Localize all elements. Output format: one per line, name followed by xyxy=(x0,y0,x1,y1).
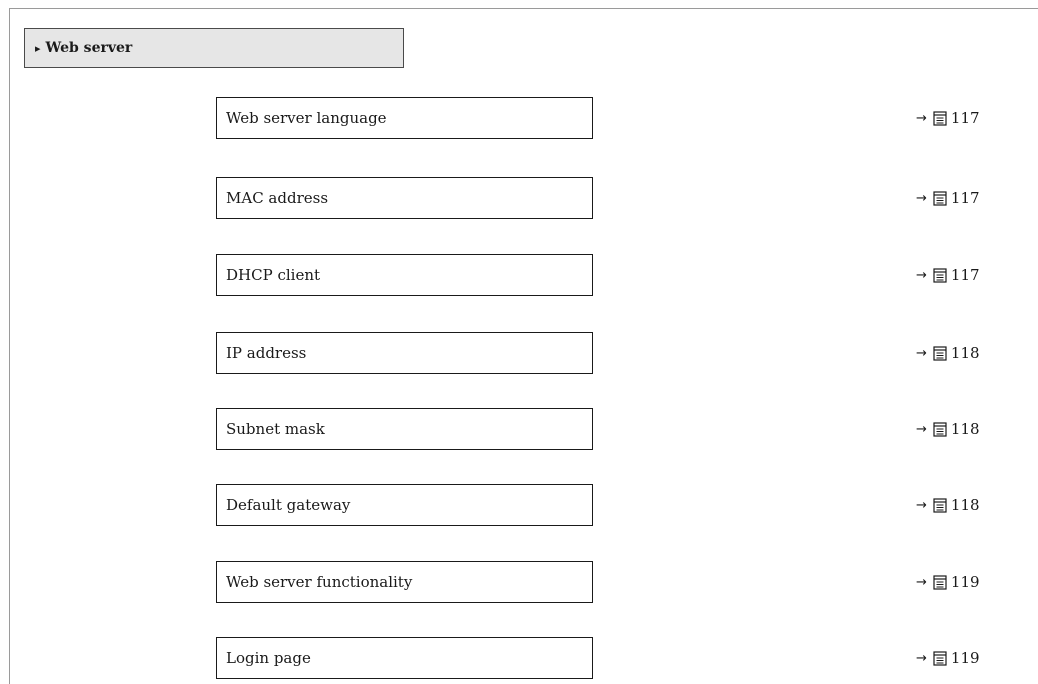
page-reference-link[interactable]: → 119 xyxy=(916,561,980,603)
parameter-row: Default gateway → 118 xyxy=(0,484,1038,526)
parameter-row: Login page → 119 xyxy=(0,637,1038,679)
parameter-row: Subnet mask → 118 xyxy=(0,408,1038,450)
parameter-box[interactable]: Login page xyxy=(216,637,593,679)
page-reference-link[interactable]: → 118 xyxy=(916,408,980,450)
page-reference-link[interactable]: → 118 xyxy=(916,332,980,374)
right-arrow-icon: → xyxy=(916,345,927,361)
parameter-box[interactable]: DHCP client xyxy=(216,254,593,296)
document-page-icon xyxy=(933,497,951,513)
page-reference-link[interactable]: → 117 xyxy=(916,97,980,139)
document-page-icon xyxy=(933,110,951,126)
page-reference-link[interactable]: → 117 xyxy=(916,254,980,296)
page-number: 118 xyxy=(950,344,980,362)
document-page-icon xyxy=(933,345,951,361)
right-arrow-icon: → xyxy=(916,421,927,437)
parameter-box[interactable]: Default gateway xyxy=(216,484,593,526)
page-reference-link[interactable]: → 118 xyxy=(916,484,980,526)
parameter-box[interactable]: IP address xyxy=(216,332,593,374)
parameter-box[interactable]: Web server language xyxy=(216,97,593,139)
parameter-row: MAC address → 117 xyxy=(0,177,1038,219)
parameter-row: Web server language → 117 xyxy=(0,97,1038,139)
page-reference-link[interactable]: → 117 xyxy=(916,177,980,219)
page-number: 118 xyxy=(950,420,980,438)
document-page-icon xyxy=(933,650,951,666)
parameter-box[interactable]: Web server functionality xyxy=(216,561,593,603)
page-number: 117 xyxy=(950,266,980,284)
right-arrow-icon: → xyxy=(916,110,927,126)
right-arrow-icon: → xyxy=(916,574,927,590)
right-arrow-icon: → xyxy=(916,190,927,206)
parameter-row: DHCP client → 117 xyxy=(0,254,1038,296)
page-number: 117 xyxy=(950,109,980,127)
parameter-box[interactable]: Subnet mask xyxy=(216,408,593,450)
parameter-row: Web server functionality → 119 xyxy=(0,561,1038,603)
parameter-row: IP address → 118 xyxy=(0,332,1038,374)
page-number: 119 xyxy=(950,573,980,591)
document-page-icon xyxy=(933,190,951,206)
page-number: 118 xyxy=(950,496,980,514)
document-page-icon xyxy=(933,421,951,437)
document-page-icon xyxy=(933,574,951,590)
page-number: 119 xyxy=(950,649,980,667)
parameter-list: Web server language → 117 MAC address → 117 DH… xyxy=(0,0,1038,684)
right-arrow-icon: → xyxy=(916,267,927,283)
right-arrow-icon: → xyxy=(916,497,927,513)
right-arrow-icon: → xyxy=(916,650,927,666)
page-number: 117 xyxy=(950,189,980,207)
document-page-icon xyxy=(933,267,951,283)
parameter-box[interactable]: MAC address xyxy=(216,177,593,219)
page-reference-link[interactable]: → 119 xyxy=(916,637,980,679)
